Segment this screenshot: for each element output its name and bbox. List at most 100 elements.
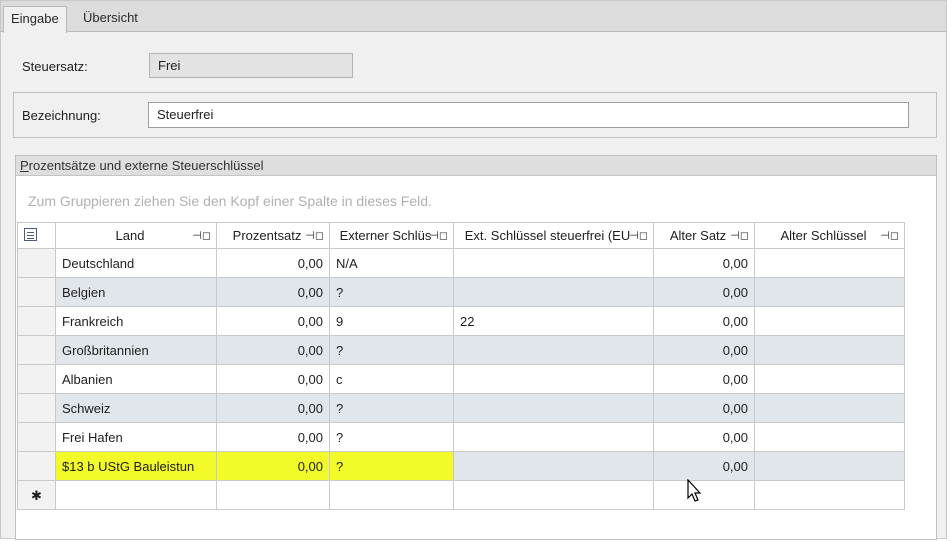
cell-ext-eu[interactable] — [453, 422, 654, 452]
bezeichnung-input[interactable]: Steuerfrei — [148, 102, 909, 128]
cell-prozentsatz[interactable]: 0,00 — [216, 277, 330, 307]
cell-ext-eu[interactable] — [453, 277, 654, 307]
table-row[interactable]: Deutschland 0,00 N/A 0,00 — [17, 248, 905, 278]
bezeichnung-label: Bezeichnung: — [22, 108, 101, 123]
row-selector[interactable] — [17, 393, 56, 423]
steuersatz-field: Frei — [149, 53, 353, 78]
cell-extern[interactable]: ? — [329, 393, 454, 423]
cell-ext-eu[interactable] — [453, 451, 654, 481]
cell-land[interactable]: Albanien — [55, 364, 217, 394]
cell-land[interactable]: Schweiz — [55, 393, 217, 423]
pin-icon[interactable]: ⊣◻ — [305, 229, 324, 242]
pin-icon[interactable]: ⊣◻ — [429, 229, 448, 242]
tab-uebersicht[interactable]: Übersicht — [76, 6, 145, 32]
cell-extern[interactable]: ? — [329, 451, 454, 481]
cell-alter-satz[interactable]: 0,00 — [653, 393, 755, 423]
cell-land[interactable]: Großbritannien — [55, 335, 217, 365]
column-header-label: Land — [115, 228, 145, 243]
pin-icon[interactable]: ⊣◻ — [880, 229, 899, 242]
cell-alter-schluessel[interactable] — [754, 451, 905, 481]
column-header-label: Prozentsatz — [232, 228, 302, 243]
cell-land[interactable]: $13 b UStG Bauleistun — [55, 451, 217, 481]
new-row[interactable]: ✱ — [17, 480, 905, 510]
cell-ext-eu[interactable] — [453, 248, 654, 278]
cell-land[interactable]: Belgien — [55, 277, 217, 307]
table-row[interactable]: Belgien 0,00 ? 0,00 — [17, 277, 905, 307]
cell-alter-satz[interactable]: 0,00 — [653, 277, 755, 307]
cell-alter-schluessel[interactable] — [754, 393, 905, 423]
tax-rate-window: Eingabe Übersicht Steuersatz: Frei Bezei… — [0, 0, 947, 540]
pin-icon[interactable]: ⊣◻ — [629, 229, 648, 242]
group-by-area[interactable]: Zum Gruppieren ziehen Sie den Kopf einer… — [28, 193, 432, 209]
column-header-label: Alter Schlüssel — [780, 228, 867, 243]
row-selector[interactable] — [17, 451, 56, 481]
cell-prozentsatz[interactable]: 0,00 — [216, 451, 330, 481]
cell-alter-satz[interactable]: 0,00 — [653, 306, 755, 336]
cell-land[interactable]: Frankreich — [55, 306, 217, 336]
table-row-highlighted[interactable]: $13 b UStG Bauleistun 0,00 ? 0,00 — [17, 451, 905, 481]
cell-prozentsatz[interactable]: 0,00 — [216, 393, 330, 423]
row-selector[interactable] — [17, 422, 56, 452]
new-cell-extern[interactable] — [329, 480, 454, 510]
new-cell-land[interactable] — [55, 480, 217, 510]
cell-alter-satz[interactable]: 0,00 — [653, 451, 755, 481]
cell-ext-eu[interactable]: 22 — [453, 306, 654, 336]
cell-alter-schluessel[interactable] — [754, 248, 905, 278]
table-row[interactable]: Schweiz 0,00 ? 0,00 — [17, 393, 905, 423]
cell-alter-satz[interactable]: 0,00 — [653, 422, 755, 452]
cell-prozentsatz[interactable]: 0,00 — [216, 335, 330, 365]
cell-alter-schluessel[interactable] — [754, 364, 905, 394]
column-chooser-button[interactable] — [17, 222, 56, 249]
cell-prozentsatz[interactable]: 0,00 — [216, 248, 330, 278]
cell-ext-eu[interactable] — [453, 364, 654, 394]
table-row[interactable]: Frei Hafen 0,00 ? 0,00 — [17, 422, 905, 452]
cell-extern[interactable]: c — [329, 364, 454, 394]
column-header-alter-schluessel[interactable]: Alter Schlüssel ⊣◻ — [754, 222, 905, 249]
cell-prozentsatz[interactable]: 0,00 — [216, 422, 330, 452]
new-cell-prozentsatz[interactable] — [216, 480, 330, 510]
row-selector[interactable] — [17, 277, 56, 307]
cell-land[interactable]: Deutschland — [55, 248, 217, 278]
cell-extern[interactable]: ? — [329, 335, 454, 365]
cell-extern[interactable]: ? — [329, 422, 454, 452]
table-row[interactable]: Albanien 0,00 c 0,00 — [17, 364, 905, 394]
row-selector[interactable] — [17, 248, 56, 278]
tab-bar: Eingabe Übersicht — [1, 1, 946, 33]
column-header-prozentsatz[interactable]: Prozentsatz ⊣◻ — [216, 222, 330, 249]
cell-extern[interactable]: 9 — [329, 306, 454, 336]
grid-header-row: Land ⊣◻ Prozentsatz ⊣◻ Externer Schlüs ⊣◻ E… — [17, 222, 905, 249]
new-cell-ext-eu[interactable] — [453, 480, 654, 510]
cell-alter-satz[interactable]: 0,00 — [653, 364, 755, 394]
mouse-cursor-icon — [687, 479, 702, 502]
row-selector[interactable] — [17, 364, 56, 394]
new-row-icon: ✱ — [17, 480, 56, 510]
cell-extern[interactable]: N/A — [329, 248, 454, 278]
cell-ext-eu[interactable] — [453, 335, 654, 365]
cell-extern[interactable]: ? — [329, 277, 454, 307]
rates-panel-title: Prozentsätze und externe Steuerschlüssel — [16, 156, 936, 176]
column-header-alter-satz[interactable]: Alter Satz ⊣◻ — [653, 222, 755, 249]
pin-icon[interactable]: ⊣◻ — [192, 229, 211, 242]
cell-ext-eu[interactable] — [453, 393, 654, 423]
cell-prozentsatz[interactable]: 0,00 — [216, 364, 330, 394]
column-header-externer-schluessel[interactable]: Externer Schlüs ⊣◻ — [329, 222, 454, 249]
table-row[interactable]: Großbritannien 0,00 ? 0,00 — [17, 335, 905, 365]
column-header-land[interactable]: Land ⊣◻ — [55, 222, 217, 249]
cell-alter-schluessel[interactable] — [754, 277, 905, 307]
new-cell-alter-satz[interactable] — [653, 480, 755, 510]
pin-icon[interactable]: ⊣◻ — [730, 229, 749, 242]
row-selector[interactable] — [17, 335, 56, 365]
cell-alter-satz[interactable]: 0,00 — [653, 248, 755, 278]
cell-land[interactable]: Frei Hafen — [55, 422, 217, 452]
cell-prozentsatz[interactable]: 0,00 — [216, 306, 330, 336]
row-selector[interactable] — [17, 306, 56, 336]
cell-alter-schluessel[interactable] — [754, 306, 905, 336]
column-header-ext-schluessel-eu[interactable]: Ext. Schlüssel steuerfrei (EU ⊣◻ — [453, 222, 654, 249]
cell-alter-schluessel[interactable] — [754, 335, 905, 365]
cell-alter-schluessel[interactable] — [754, 422, 905, 452]
cell-alter-satz[interactable]: 0,00 — [653, 335, 755, 365]
new-cell-alter-schluessel[interactable] — [754, 480, 905, 510]
column-chooser-icon — [24, 227, 37, 241]
table-row[interactable]: Frankreich 0,00 9 22 0,00 — [17, 306, 905, 336]
tab-eingabe[interactable]: Eingabe — [3, 6, 67, 33]
